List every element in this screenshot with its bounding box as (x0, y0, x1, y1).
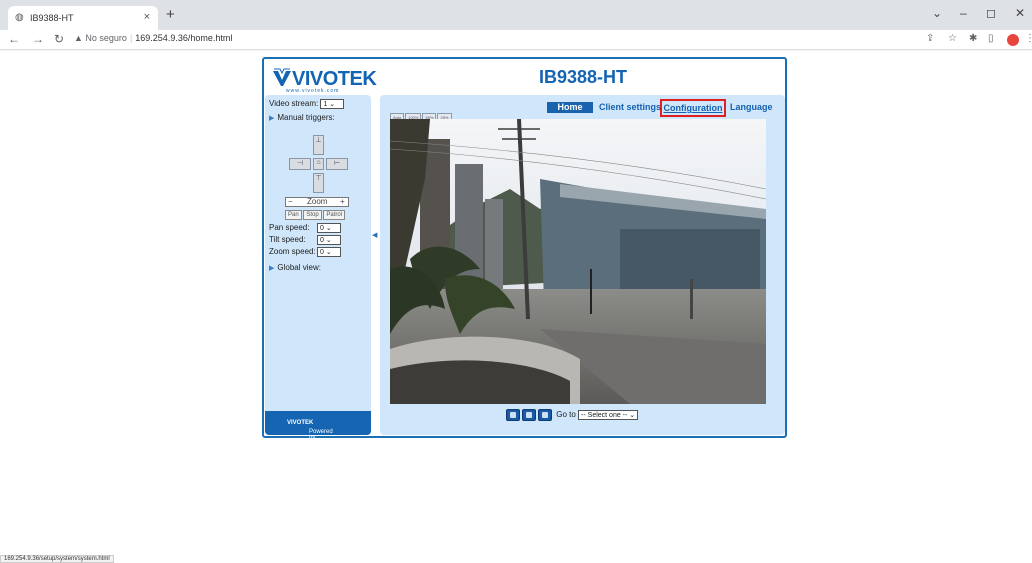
address-bar[interactable]: ▲ No seguro | 169.254.9.36/home.html (74, 33, 232, 43)
patrol-buttons: Pan Stop Patrol (285, 210, 346, 220)
video-stream-select[interactable]: 1 ⌄ (320, 99, 345, 109)
url-text: 169.254.9.36/home.html (135, 33, 233, 43)
home-position-button[interactable]: ⌂ (313, 158, 324, 170)
patrol-button[interactable]: Patrol (323, 210, 346, 220)
control-panel: Video stream: 1 ⌄ ▶ Manual triggers: ⊥ ⊤ … (265, 95, 371, 441)
pan-speed-row: Pan speed: 0 ⌄ (269, 223, 341, 233)
pan-right-button[interactable]: ⊢ (326, 158, 348, 170)
page-title: IB9388-HT (539, 67, 628, 87)
powered-by-text: Powered by (309, 429, 333, 441)
video-stream-row: Video stream: 1 ⌄ (269, 99, 345, 109)
logo-mark-icon (273, 68, 291, 86)
zoom-speed-select[interactable]: 0 ⌄ (317, 247, 341, 257)
sidepanel-icon[interactable]: ▯ (988, 33, 994, 44)
expand-icon: ▶ (269, 115, 275, 122)
manual-triggers[interactable]: ▶ Manual triggers: (269, 113, 335, 122)
tilt-speed-row: Tilt speed: 0 ⌄ (269, 235, 341, 245)
vivotek-logo: VIVOTEK www.vivotek.com (272, 68, 377, 94)
snapshot-icon[interactable] (506, 409, 520, 421)
goto-label: Go to (556, 410, 576, 420)
zoom-out-button[interactable]: − (288, 198, 293, 206)
ptz-pad: ⊥ ⊤ ⊣ ⊢ ⌂ (289, 135, 349, 193)
pan-button[interactable]: Pan (285, 210, 302, 220)
tab-title: IB9388-HT (30, 13, 74, 23)
tilt-up-button[interactable]: ⊥ (313, 135, 324, 155)
manual-triggers-label: Manual triggers: (277, 113, 335, 122)
zoom-label: Zoom (307, 197, 328, 206)
zoom-speed-label: Zoom speed: (269, 247, 316, 256)
browser-tab[interactable]: ◍ IB9388-HT × (8, 6, 158, 30)
brand-url: www.vivotek.com (286, 88, 340, 94)
zoom-in-button[interactable]: + (340, 198, 345, 206)
tilt-speed-label: Tilt speed: (269, 235, 306, 244)
collapse-panel-icon[interactable]: ◀ (372, 231, 377, 239)
configuration-link[interactable]: Configuration (660, 99, 726, 117)
global-view[interactable]: ▶ Global view: (269, 263, 321, 272)
pan-speed-select[interactable]: 0 ⌄ (317, 223, 341, 233)
globe-icon: ◍ (15, 12, 24, 23)
live-video[interactable] (390, 119, 766, 404)
camera-feed-image (390, 119, 766, 404)
tilt-down-button[interactable]: ⊤ (313, 173, 324, 193)
new-tab-icon[interactable]: + (166, 6, 175, 23)
view-panel: Auto 100% 50% 25% Home Client settings Conf… (380, 95, 785, 435)
stop-button[interactable]: Stop (303, 210, 322, 220)
powered-by-banner: Powered by VIVOTEK (265, 411, 371, 441)
profile-avatar[interactable] (1007, 34, 1019, 46)
extensions-icon[interactable]: ✱ (969, 33, 977, 44)
status-bar: 169.254.9.36/setup/system/system.html (0, 555, 114, 563)
tilt-speed-select[interactable]: 0 ⌄ (317, 235, 341, 245)
minimize-icon[interactable]: – (960, 6, 967, 20)
browser-toolbar: ← → ↻ ▲ No seguro | 169.254.9.36/home.html… (0, 30, 1032, 50)
camera-page: VIVOTEK www.vivotek.com IB9388-HT Video … (262, 57, 787, 441)
chevron-down-icon[interactable]: ⌄ (932, 6, 942, 20)
share-icon[interactable]: ⇪ (926, 33, 934, 44)
restore-icon[interactable]: ◻ (986, 6, 996, 20)
close-window-icon[interactable]: ✕ (1015, 6, 1025, 20)
close-icon[interactable]: × (144, 11, 150, 23)
language-link[interactable]: Language (730, 102, 773, 112)
menu-icon[interactable]: ⋮ (1025, 33, 1032, 44)
back-icon[interactable]: ← (8, 32, 20, 46)
forward-icon[interactable]: → (32, 32, 44, 46)
home-tab[interactable]: Home (547, 102, 593, 113)
star-icon[interactable]: ☆ (948, 33, 957, 44)
zoom-speed-row: Zoom speed: 0 ⌄ (269, 247, 341, 257)
page-viewport: VIVOTEK www.vivotek.com IB9388-HT Video … (0, 51, 1032, 563)
pan-left-button[interactable]: ⊣ (289, 158, 311, 170)
reload-icon[interactable]: ↻ (54, 32, 64, 46)
pan-speed-label: Pan speed: (269, 223, 310, 232)
goto-select[interactable]: -- Select one -- ⌄ (578, 410, 639, 420)
tab-strip: ◍ IB9388-HT × + ⌄ – ◻ ✕ (0, 0, 1032, 30)
expand-icon: ▶ (269, 265, 275, 272)
zoom-control: − Zoom + (285, 197, 349, 207)
client-settings-link[interactable]: Client settings (599, 102, 661, 112)
fullscreen-icon[interactable] (538, 409, 552, 421)
video-toolbar: Go to -- Select one -- ⌄ (506, 409, 639, 421)
record-icon[interactable] (522, 409, 536, 421)
global-view-label: Global view: (277, 263, 321, 272)
video-stream-label: Video stream: (269, 99, 319, 109)
security-warning[interactable]: ▲ No seguro (74, 33, 127, 43)
powered-brand: VIVOTEK (287, 420, 314, 426)
